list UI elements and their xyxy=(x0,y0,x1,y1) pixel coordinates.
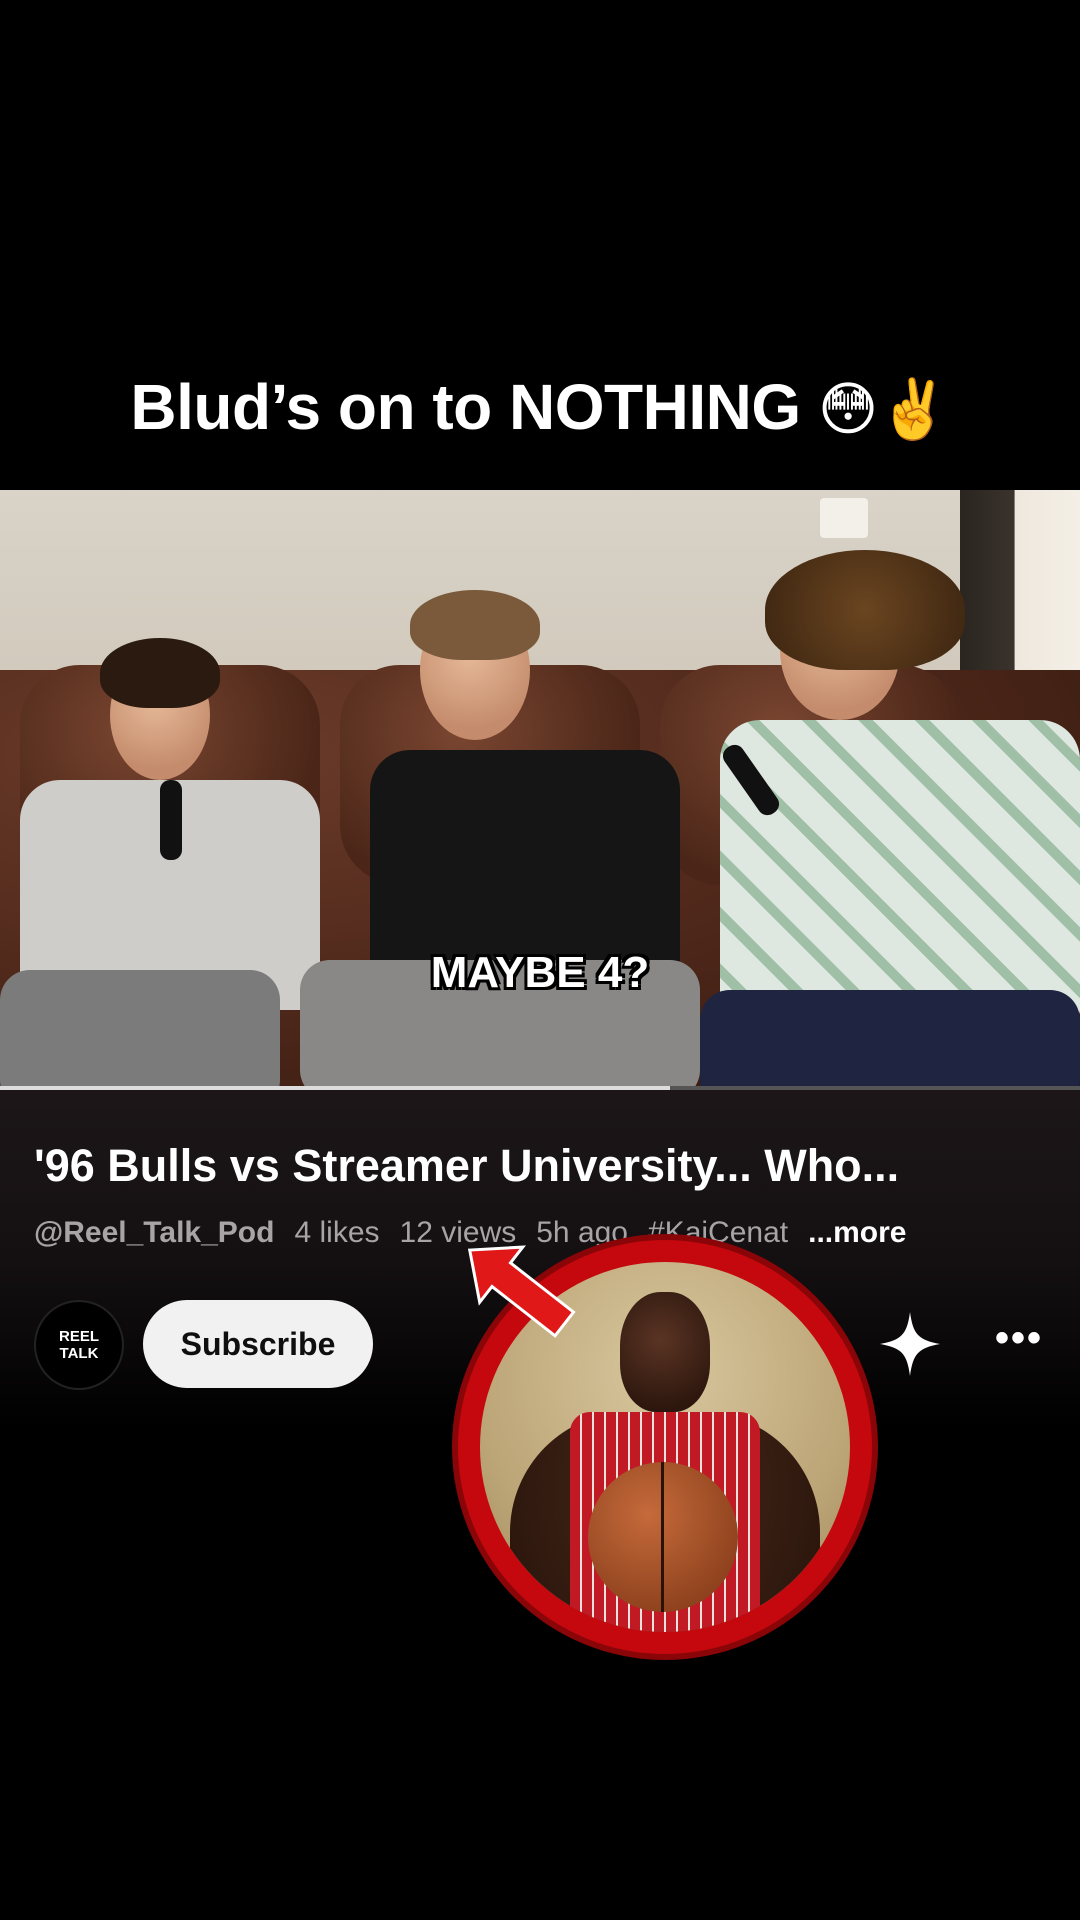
video-subtitle: MAYBE 4? xyxy=(430,948,650,997)
subscribe-button[interactable]: Subscribe xyxy=(143,1300,373,1388)
avatar-line2: TALK xyxy=(59,1345,99,1362)
sparkle-icon[interactable] xyxy=(880,1312,940,1376)
caption-text: Blud’s on to NOTHING xyxy=(130,371,801,443)
avatar-line1: REEL xyxy=(58,1328,99,1345)
video-title[interactable]: '96 Bulls vs Streamer University... Who.… xyxy=(34,1140,899,1192)
video-caption: Blud’s on to NOTHING 😳✌️ xyxy=(0,370,1080,444)
red-arrow-icon xyxy=(467,1245,576,1338)
more-link[interactable]: ...more xyxy=(808,1216,906,1250)
channel-avatar[interactable]: REEL TALK xyxy=(34,1300,124,1390)
basketball xyxy=(588,1462,738,1612)
thermostat xyxy=(820,498,868,538)
video-player[interactable]: MAYBE 4? xyxy=(0,490,1080,1086)
more-horizontal-icon[interactable]: ••• xyxy=(995,1316,1043,1361)
channel-handle[interactable]: @Reel_Talk_Pod xyxy=(34,1216,274,1250)
likes-count: 4 likes xyxy=(294,1216,380,1249)
caption-emojis: 😳✌️ xyxy=(817,375,950,443)
